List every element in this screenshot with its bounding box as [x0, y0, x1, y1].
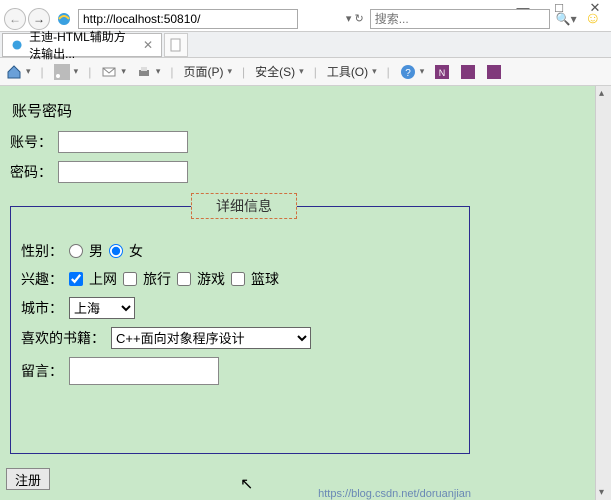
maximize-button[interactable]: □: [549, 0, 569, 16]
mail-button[interactable]: [101, 64, 126, 80]
feeds-button[interactable]: [54, 64, 79, 80]
svg-text:?: ?: [405, 68, 411, 79]
city-select[interactable]: 上海: [69, 297, 135, 319]
interest-travel-check[interactable]: [123, 272, 137, 286]
print-icon: [136, 64, 152, 80]
page-content: 账号密码 账号： 密码： 详细信息 性别： 男 女 兴趣： 上网 旅: [0, 86, 611, 500]
interest-game-check[interactable]: [177, 272, 191, 286]
gender-male-text: 男: [89, 241, 103, 261]
book-select[interactable]: C++面向对象程序设计: [111, 327, 311, 349]
url-input[interactable]: [78, 9, 298, 29]
onenote-clip-icon[interactable]: [460, 64, 476, 80]
account-label: 账号：: [10, 132, 52, 152]
interest-travel-text: 旅行: [143, 269, 171, 289]
home-button[interactable]: [6, 64, 31, 80]
interest-net-text: 上网: [89, 269, 117, 289]
onenote-linked-icon[interactable]: N: [434, 64, 450, 80]
account-input[interactable]: [58, 131, 188, 153]
vertical-scrollbar[interactable]: [595, 86, 611, 500]
gender-female-text: 女: [129, 241, 143, 261]
mail-icon: [101, 64, 117, 80]
submit-button[interactable]: 注册: [6, 468, 50, 490]
gender-female-radio[interactable]: [109, 244, 123, 258]
onenote-send-icon[interactable]: [486, 64, 502, 80]
tab-title: 王迪-HTML辅助方法输出...: [29, 28, 137, 62]
svg-text:N: N: [439, 68, 446, 78]
command-toolbar: | | | 页面(P) | 安全(S) | 工具(O) | ? N: [0, 58, 611, 86]
help-icon: ?: [400, 64, 416, 80]
message-textarea[interactable]: [69, 357, 219, 385]
city-label: 城市：: [21, 298, 63, 318]
cursor-icon: ↖: [240, 474, 253, 494]
rss-icon: [54, 64, 70, 80]
blank-page-icon: [168, 37, 184, 53]
interest-basketball-text: 篮球: [251, 269, 279, 289]
minimize-button[interactable]: —: [513, 0, 533, 16]
tools-menu[interactable]: 工具(O): [327, 63, 377, 80]
home-icon: [6, 64, 22, 80]
gender-male-radio[interactable]: [69, 244, 83, 258]
password-input[interactable]: [58, 161, 188, 183]
interest-label: 兴趣：: [21, 269, 63, 289]
password-label: 密码：: [10, 162, 52, 182]
interest-basketball-check[interactable]: [231, 272, 245, 286]
page-heading: 账号密码: [12, 100, 601, 121]
forward-button[interactable]: →: [28, 8, 50, 30]
status-url: https://blog.csdn.net/doruanjian: [318, 488, 471, 500]
ie-icon: [56, 11, 72, 27]
tab-active[interactable]: 王迪-HTML辅助方法输出... ✕: [2, 33, 162, 57]
refresh-button[interactable]: ↻: [354, 13, 363, 25]
new-tab-button[interactable]: [164, 33, 188, 57]
close-window-button[interactable]: ✕: [585, 0, 605, 16]
gender-label: 性别：: [21, 241, 63, 261]
detail-legend: 详细信息: [191, 193, 297, 219]
tab-close-icon[interactable]: ✕: [143, 38, 153, 52]
ie-page-icon: [11, 37, 23, 53]
message-label: 留言：: [21, 361, 63, 381]
print-button[interactable]: [136, 64, 161, 80]
back-button[interactable]: ←: [4, 8, 26, 30]
safety-menu[interactable]: 安全(S): [255, 63, 304, 80]
interest-game-text: 游戏: [197, 269, 225, 289]
page-menu[interactable]: 页面(P): [184, 63, 233, 80]
book-label: 喜欢的书籍：: [21, 328, 105, 348]
tab-strip: 王迪-HTML辅助方法输出... ✕: [0, 32, 611, 58]
interest-net-check[interactable]: [69, 272, 83, 286]
help-button[interactable]: ?: [400, 64, 425, 80]
detail-fieldset: 详细信息 性别： 男 女 兴趣： 上网 旅行 游戏 篮球 城市：: [10, 193, 470, 454]
